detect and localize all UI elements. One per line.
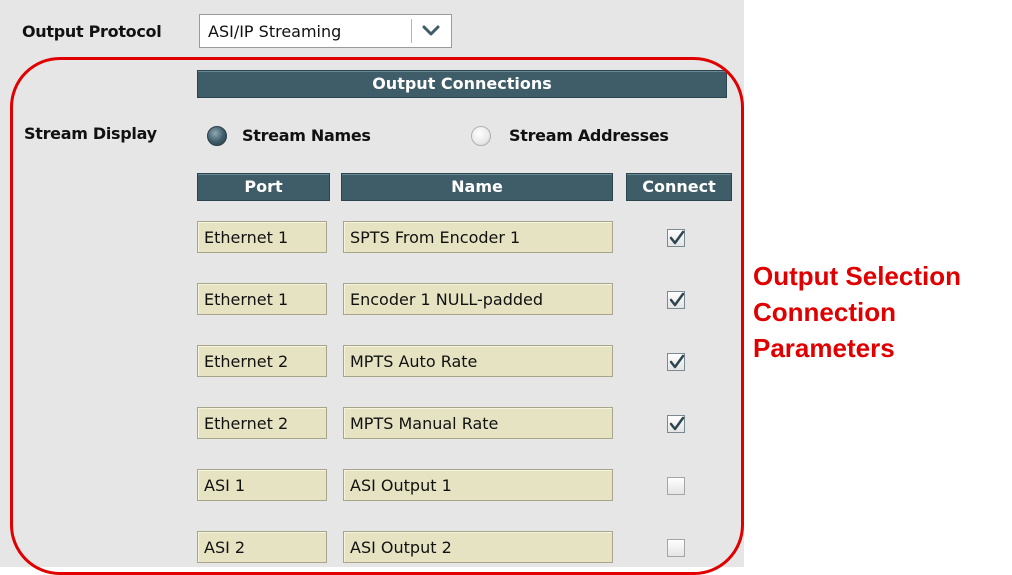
connect-checkbox[interactable] xyxy=(667,539,685,557)
connect-checkbox[interactable] xyxy=(667,291,685,309)
output-protocol-label: Output Protocol xyxy=(22,22,162,41)
name-field[interactable]: ASI Output 2 xyxy=(343,531,613,563)
stream-display-label: Stream Display xyxy=(24,124,157,143)
stream-names-label[interactable]: Stream Names xyxy=(242,126,371,145)
port-field[interactable]: Ethernet 1 xyxy=(197,221,327,253)
connect-checkbox[interactable] xyxy=(667,353,685,371)
port-field[interactable]: ASI 1 xyxy=(197,469,327,501)
name-column-header: Name xyxy=(341,173,613,201)
checkmark-icon xyxy=(669,292,685,307)
output-protocol-value: ASI/IP Streaming xyxy=(208,22,342,41)
port-field[interactable]: Ethernet 2 xyxy=(197,407,327,439)
name-field[interactable]: MPTS Auto Rate xyxy=(343,345,613,377)
connect-checkbox[interactable] xyxy=(667,229,685,247)
annotation-line: Parameters xyxy=(753,333,895,363)
connect-checkbox[interactable] xyxy=(667,477,685,495)
checkmark-icon xyxy=(669,230,685,245)
checkmark-icon xyxy=(669,416,685,431)
name-field[interactable]: SPTS From Encoder 1 xyxy=(343,221,613,253)
connect-column-header: Connect xyxy=(626,173,732,201)
output-protocol-select[interactable]: ASI/IP Streaming xyxy=(199,14,452,48)
port-column-header: Port xyxy=(197,173,330,201)
port-field[interactable]: Ethernet 1 xyxy=(197,283,327,315)
connect-checkbox[interactable] xyxy=(667,415,685,433)
stream-names-radio[interactable] xyxy=(207,126,227,146)
annotation-line: Connection xyxy=(753,297,896,327)
checkmark-icon xyxy=(669,354,685,369)
settings-panel: Output Protocol ASI/IP Streaming Output … xyxy=(0,0,744,575)
port-field[interactable]: ASI 2 xyxy=(197,531,327,563)
stream-addresses-radio[interactable] xyxy=(471,126,491,146)
name-field[interactable]: Encoder 1 NULL-padded xyxy=(343,283,613,315)
port-field[interactable]: Ethernet 2 xyxy=(197,345,327,377)
annotation-line: Output Selection xyxy=(753,261,961,291)
name-field[interactable]: ASI Output 1 xyxy=(343,469,613,501)
select-divider xyxy=(411,19,412,43)
name-field[interactable]: MPTS Manual Rate xyxy=(343,407,613,439)
chevron-down-icon[interactable] xyxy=(420,21,442,41)
stream-addresses-label[interactable]: Stream Addresses xyxy=(509,126,669,145)
annotation-callout: Output Selection Connection Parameters xyxy=(753,258,961,366)
output-connections-header: Output Connections xyxy=(197,70,727,98)
